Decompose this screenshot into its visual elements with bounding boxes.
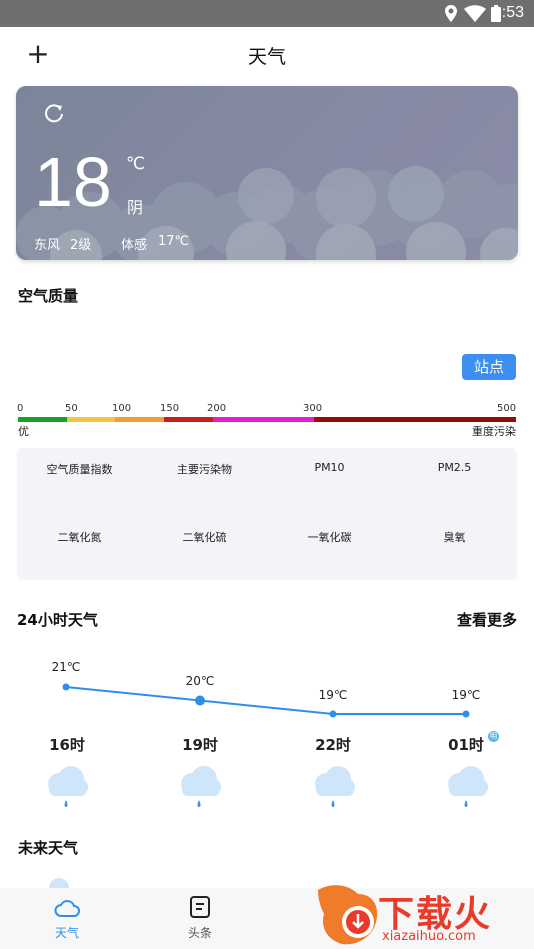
temperature-unit: ℃	[126, 154, 146, 174]
cloud-rain-icon	[315, 766, 355, 807]
cloud-rain-icon	[48, 766, 88, 807]
cloud-rain-icon	[181, 766, 221, 807]
tomorrow-badge: 明	[488, 731, 499, 742]
nav-label: 头条	[187, 926, 212, 940]
metric-o3: 臭氧	[443, 531, 466, 544]
status-bar: 1:53	[0, 0, 534, 27]
aqi-scale-numbers: 0 50 100 150 200 300 500	[0, 403, 534, 417]
hour-temp-label: 19℃	[318, 688, 348, 702]
status-time: 1:53	[492, 4, 524, 21]
current-temperature: 18	[34, 143, 112, 221]
hour-time-label: 16时	[49, 736, 85, 754]
cloud-icon	[49, 878, 69, 888]
scale-segment-light	[115, 417, 164, 422]
scale-tick: 150	[160, 403, 180, 414]
scale-tick: 100	[112, 403, 132, 414]
feels-like-value: 17℃	[158, 234, 190, 249]
scale-worst-label: 重度污染	[472, 425, 516, 438]
scale-best-label: 优	[18, 425, 29, 438]
scale-segment-severe	[314, 417, 516, 422]
aqi-metrics-grid: 空气质量指数 主要污染物 PM10 PM2.5 二氧化氮 二氧化硫 一氧化碳 臭…	[17, 448, 517, 580]
scale-segment-heavy	[213, 417, 314, 422]
wind-level: 2级	[70, 238, 92, 253]
page-title: 天气	[247, 46, 286, 68]
metric-pm25: PM2.5	[437, 461, 472, 474]
wind-direction: 东风	[34, 238, 61, 253]
location-icon	[445, 5, 457, 22]
hour-temp-label: 20℃	[185, 674, 215, 688]
future-title: 未来天气	[18, 839, 79, 857]
air-quality-title: 空气质量	[18, 287, 79, 305]
metric-pm10: PM10	[314, 461, 345, 474]
wifi-icon	[464, 5, 486, 22]
metric-no2: 二氧化氮	[57, 531, 102, 544]
current-weather-card[interactable]: 18 ℃ 阴 东风 2级 体感 17℃	[16, 86, 518, 260]
aqi-scale-bar	[18, 417, 516, 422]
news-icon	[190, 896, 210, 918]
cloud-rain-icon	[448, 766, 488, 807]
metric-aqi: 空气质量指数	[46, 463, 113, 476]
nav-label: 天气	[54, 926, 79, 940]
nav-item-weather[interactable]: 天气	[37, 896, 97, 941]
metric-main-pollutant: 主要污染物	[177, 463, 232, 476]
nav-item-news[interactable]: 头条	[170, 896, 230, 941]
scale-tick: 300	[303, 403, 323, 414]
metric-so2: 二氧化硫	[182, 531, 227, 544]
hourly-title: 24小时天气	[17, 611, 98, 629]
cloud-icon	[54, 900, 80, 917]
temperature-point	[62, 683, 70, 691]
hour-time-label: 19时	[182, 736, 218, 754]
scale-tick: 200	[207, 403, 227, 414]
temperature-point	[462, 710, 470, 718]
temperature-point	[195, 695, 205, 706]
station-button[interactable]: 站点	[462, 354, 516, 380]
scale-segment-good	[18, 417, 67, 422]
weather-condition: 阴	[127, 198, 144, 217]
scale-segment-medium	[164, 417, 213, 422]
app-header: + 天气	[0, 27, 534, 83]
scale-tick: 0	[17, 403, 24, 414]
refresh-icon[interactable]	[43, 102, 65, 124]
scale-segment-moderate	[67, 417, 115, 422]
temperature-point	[329, 710, 337, 718]
hour-temp-label: 19℃	[451, 688, 481, 702]
feels-like-label: 体感	[121, 238, 148, 253]
metric-co: 一氧化碳	[307, 531, 352, 544]
watermark-url: xiazaihuo.com	[382, 929, 476, 944]
hour-temp-label: 21℃	[51, 660, 81, 674]
temperature-line	[65, 686, 466, 715]
scale-tick: 500	[497, 403, 517, 414]
hour-time-label: 22时	[315, 736, 351, 754]
view-more-link[interactable]: 查看更多	[457, 609, 517, 630]
scale-tick: 50	[65, 403, 78, 414]
